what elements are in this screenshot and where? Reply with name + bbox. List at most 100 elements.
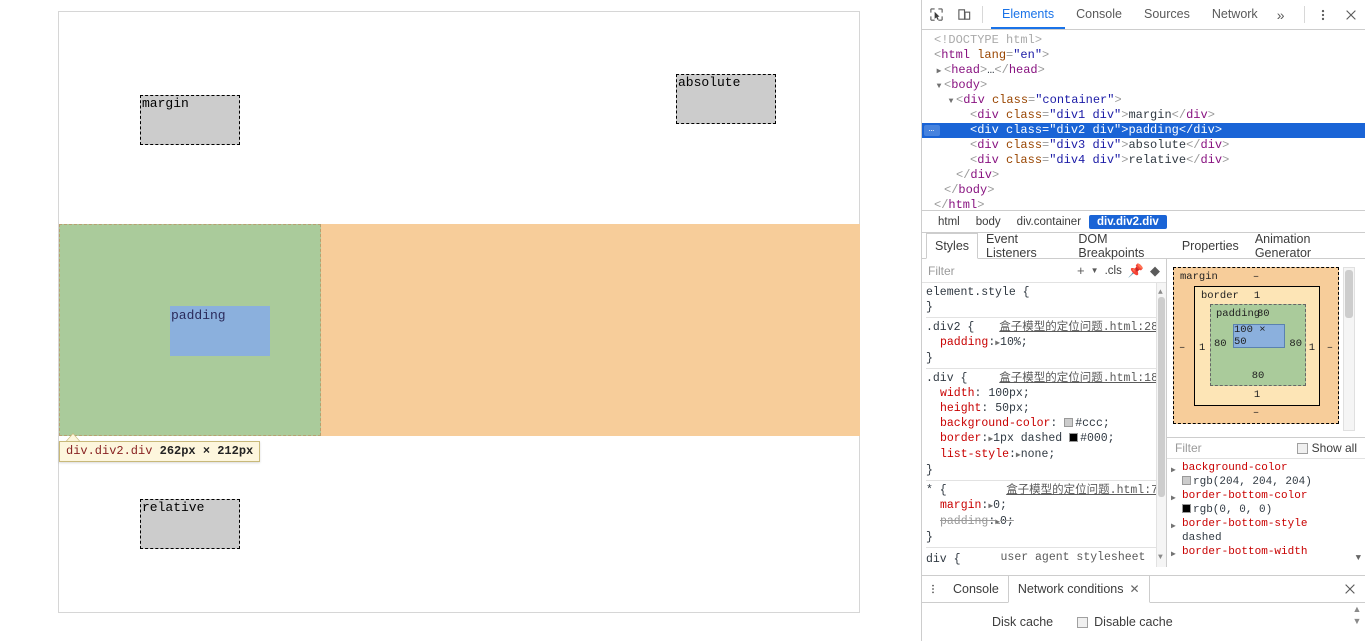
box-model-padding[interactable]: padding 80 80 80 80 100 × 50 bbox=[1210, 304, 1306, 386]
declaration-disabled[interactable]: padding:▶0; bbox=[926, 514, 1166, 530]
dom-line[interactable]: <div class="div3 div">absolute</div> bbox=[922, 138, 1365, 153]
dom-line[interactable]: ▶<head>…</head> bbox=[922, 63, 1365, 78]
box-model-margin-top[interactable]: – bbox=[1174, 271, 1338, 283]
subtab-dom-breakpoints[interactable]: DOM Breakpoints bbox=[1070, 233, 1173, 258]
declaration[interactable]: margin:▶0; bbox=[926, 498, 1166, 514]
chevron-right-icon[interactable]: ▶ bbox=[934, 64, 944, 79]
plus-icon[interactable]: + bbox=[1077, 263, 1085, 278]
breadcrumb-item-html[interactable]: html bbox=[930, 215, 968, 229]
subtab-event-listeners[interactable]: Event Listeners bbox=[978, 233, 1070, 258]
dom-line[interactable]: ▼<div class="container"> bbox=[922, 93, 1365, 108]
disable-cache-checkbox[interactable]: Disable cache bbox=[1077, 615, 1173, 629]
breadcrumb-item-container[interactable]: div.container bbox=[1009, 215, 1089, 229]
box-model-padding-bottom[interactable]: 80 bbox=[1211, 370, 1305, 382]
breadcrumb-item-div2[interactable]: div.div2.div bbox=[1089, 215, 1167, 229]
computed-property-row[interactable]: ▶ background-color rgb(204, 204, 204) bbox=[1171, 461, 1365, 489]
drawer-kebab-menu-icon[interactable] bbox=[922, 576, 944, 602]
drawer-scrollbar[interactable]: ▲ ▼ bbox=[1351, 603, 1363, 641]
dom-line[interactable]: </html> bbox=[922, 198, 1365, 211]
declaration[interactable]: padding:▶10%; bbox=[926, 335, 1166, 351]
dom-line[interactable]: <div class="div4 div">relative</div> bbox=[922, 153, 1365, 168]
box-model-margin-right[interactable]: – bbox=[1327, 342, 1333, 354]
scrollbar-thumb[interactable] bbox=[1345, 270, 1353, 318]
chevron-down-icon[interactable]: ▼ bbox=[934, 79, 944, 94]
scroll-down-icon[interactable]: ▼ bbox=[1351, 615, 1363, 627]
declaration[interactable]: background-color: #ccc; bbox=[926, 416, 1166, 431]
drawer-tab-console[interactable]: Console bbox=[944, 576, 1008, 602]
chevron-right-icon[interactable]: ▶ bbox=[1171, 517, 1182, 534]
computed-scrollbar[interactable] bbox=[1343, 267, 1355, 431]
show-all-toggle[interactable]: Show all bbox=[1297, 441, 1357, 455]
computed-properties-list[interactable]: ▶ background-color rgb(204, 204, 204) ▶ … bbox=[1167, 459, 1365, 567]
dom-tree[interactable]: <!DOCTYPE html> <html lang="en"> ▶<head>… bbox=[922, 30, 1365, 211]
checkbox-icon[interactable] bbox=[1297, 443, 1308, 454]
declaration[interactable]: border:▶1px dashed #000; bbox=[926, 431, 1166, 447]
color-swatch-ccc[interactable] bbox=[1064, 418, 1073, 427]
styles-rule-list[interactable]: element.style { } .div2 { 盒子模型的定位问题.html… bbox=[922, 283, 1166, 567]
styles-filter-input[interactable]: Filter bbox=[928, 264, 1071, 278]
tab-sources[interactable]: Sources bbox=[1133, 0, 1201, 29]
chevron-down-icon[interactable]: ▼ bbox=[946, 94, 956, 109]
rule-source-link[interactable]: 盒子模型的定位问题.html:28 bbox=[999, 320, 1166, 335]
dom-badge-more[interactable]: … bbox=[924, 125, 940, 136]
page-box-relative[interactable]: relative bbox=[140, 499, 240, 549]
kebab-menu-icon[interactable] bbox=[1309, 0, 1337, 29]
box-model-border-top[interactable]: 1 bbox=[1195, 290, 1319, 302]
color-swatch-000[interactable] bbox=[1069, 433, 1078, 442]
style-rule-div[interactable]: .div { 盒子模型的定位问题.html:18 width: 100px; h… bbox=[926, 369, 1166, 481]
box-model-padding-right[interactable]: 80 bbox=[1289, 338, 1302, 350]
page-box-absolute[interactable]: absolute bbox=[676, 74, 776, 124]
dom-line[interactable]: ▼<body> bbox=[922, 78, 1365, 93]
scrollbar-thumb[interactable] bbox=[1158, 297, 1165, 497]
style-rule-element-style[interactable]: element.style { } bbox=[926, 283, 1166, 318]
computed-property-row[interactable]: ▶ border-bottom-style dashed bbox=[1171, 517, 1365, 545]
close-icon[interactable]: ✕ bbox=[1129, 582, 1139, 596]
computed-property-row[interactable]: ▶ border-bottom-width bbox=[1171, 545, 1365, 562]
style-rule-div2[interactable]: .div2 { 盒子模型的定位问题.html:28 padding:▶10%; … bbox=[926, 318, 1166, 369]
chevron-down-icon[interactable]: ▼ bbox=[1091, 266, 1099, 275]
box-model-padding-top[interactable]: 80 bbox=[1257, 308, 1270, 320]
box-model-padding-left[interactable]: 80 bbox=[1214, 338, 1227, 350]
drawer-tab-network-conditions[interactable]: Network conditions ✕ bbox=[1008, 576, 1150, 603]
color-swatch[interactable] bbox=[1182, 504, 1191, 513]
scroll-up-icon[interactable]: ▲ bbox=[1351, 603, 1363, 615]
color-swatch[interactable] bbox=[1182, 476, 1191, 485]
dom-line-selected[interactable]: …<div class="div2 div">padding</div> bbox=[922, 123, 1365, 138]
cls-button[interactable]: .cls bbox=[1105, 265, 1122, 277]
box-model-border[interactable]: border 1 1 1 1 padding 80 80 80 80 bbox=[1194, 286, 1320, 406]
box-model-margin[interactable]: margin – – – – border 1 1 1 1 paddin bbox=[1173, 267, 1339, 424]
chevron-right-icon[interactable]: ▶ bbox=[1171, 545, 1182, 562]
subtab-styles[interactable]: Styles bbox=[926, 233, 978, 259]
tab-network[interactable]: Network bbox=[1201, 0, 1269, 29]
more-tabs-icon[interactable]: » bbox=[1269, 0, 1293, 29]
declaration[interactable]: width: 100px; bbox=[926, 386, 1166, 401]
breadcrumb-item-body[interactable]: body bbox=[968, 215, 1009, 229]
chevron-right-icon[interactable]: ▶ bbox=[1171, 461, 1182, 478]
scroll-down-icon[interactable]: ▼ bbox=[1158, 550, 1163, 565]
dom-line[interactable]: </div> bbox=[922, 168, 1365, 183]
diamond-icon[interactable]: ◆ bbox=[1150, 263, 1160, 279]
computed-filter-input[interactable]: Filter bbox=[1175, 441, 1291, 455]
drawer-close-icon[interactable] bbox=[1335, 576, 1365, 602]
tab-console[interactable]: Console bbox=[1065, 0, 1133, 29]
box-model-margin-bottom[interactable]: – bbox=[1174, 407, 1338, 419]
rule-source-link[interactable]: 盒子模型的定位问题.html:7 bbox=[1006, 483, 1166, 498]
box-model-border-bottom[interactable]: 1 bbox=[1195, 389, 1319, 401]
computed-property-row[interactable]: ▶ border-bottom-color rgb(0, 0, 0) bbox=[1171, 489, 1365, 517]
inspect-cursor-icon[interactable] bbox=[922, 0, 950, 29]
subtab-properties[interactable]: Properties bbox=[1174, 233, 1247, 258]
style-rule-universal[interactable]: * { 盒子模型的定位问题.html:7 margin:▶0; padding:… bbox=[926, 481, 1166, 548]
dom-line[interactable]: <div class="div1 div">margin</div> bbox=[922, 108, 1365, 123]
declaration[interactable]: list-style:▶none; bbox=[926, 447, 1166, 463]
box-model-border-right[interactable]: 1 bbox=[1309, 342, 1315, 354]
declaration[interactable]: height: 50px; bbox=[926, 401, 1166, 416]
checkbox-icon[interactable] bbox=[1077, 617, 1088, 628]
page-box-margin[interactable]: margin bbox=[140, 95, 240, 145]
device-toolbar-icon[interactable] bbox=[950, 0, 978, 29]
box-model-margin-left[interactable]: – bbox=[1179, 342, 1185, 354]
styles-scrollbar[interactable]: ▲ ▼ bbox=[1156, 283, 1166, 567]
box-model-content[interactable]: 100 × 50 bbox=[1233, 324, 1285, 348]
dom-line[interactable]: <!DOCTYPE html> bbox=[922, 33, 1365, 48]
dom-line[interactable]: <html lang="en"> bbox=[922, 48, 1365, 63]
pin-icon[interactable]: 📌 bbox=[1128, 263, 1144, 279]
